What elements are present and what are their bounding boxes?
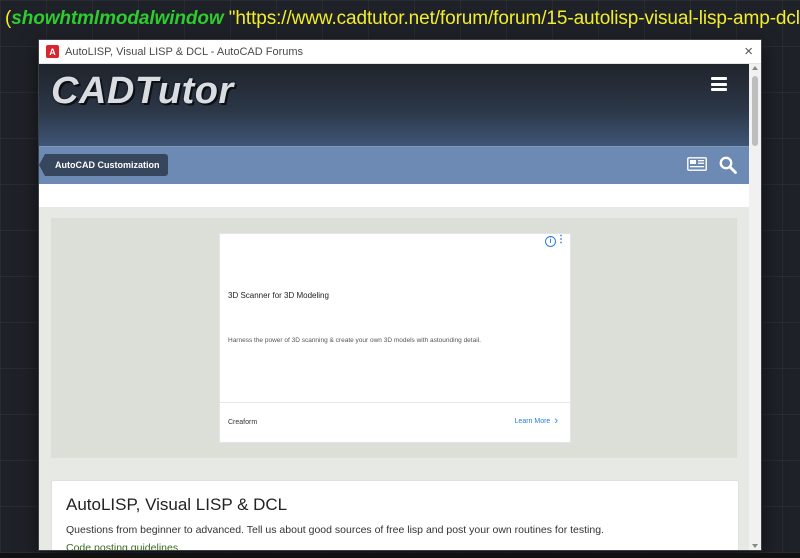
chevron-right-icon: › — [554, 415, 558, 427]
ad-brand: Creaform — [228, 419, 258, 426]
ad-description: Harness the power of 3D scanning & creat… — [228, 337, 481, 344]
ad-more-options-icon[interactable]: ⋮ — [556, 235, 566, 245]
forum-description: Questions from beginner to advanced. Tel… — [66, 524, 604, 536]
scrollbar-thumb[interactable] — [752, 76, 758, 146]
ad-learn-more-button[interactable]: Learn More › — [514, 415, 558, 427]
site-header: CADTutor — [39, 64, 749, 146]
modal-browser-window: A AutoLISP, Visual LISP & DCL - AutoCAD … — [39, 40, 761, 550]
close-icon[interactable]: × — [744, 43, 753, 60]
hamburger-menu-icon[interactable] — [711, 77, 727, 91]
window-titlebar[interactable]: A AutoLISP, Visual LISP & DCL - AutoCAD … — [39, 40, 761, 64]
site-navbar: AutoCAD Customization — [39, 146, 749, 184]
command-argument: "https://www.cadtutor.net/forum/forum/15… — [223, 8, 800, 29]
vertical-scrollbar[interactable] — [749, 64, 761, 550]
ad-headline[interactable]: 3D Scanner for 3D Modeling — [228, 291, 329, 300]
scroll-down-arrow-icon[interactable] — [752, 544, 758, 548]
autocad-app-icon: A — [46, 45, 59, 58]
command-line-text: (showhtmlmodalwindow "https://www.cadtut… — [5, 8, 800, 30]
web-viewport: CADTutor AutoCAD Customization i ⋮ 3D Sc… — [39, 64, 749, 550]
forum-header-card: AutoLISP, Visual LISP & DCL Questions fr… — [51, 480, 739, 550]
bottom-edge-strip — [0, 553, 800, 558]
ad-divider — [220, 402, 570, 403]
ad-cta-label: Learn More — [514, 418, 551, 425]
ad-banner[interactable]: i ⋮ 3D Scanner for 3D Modeling Harness t… — [219, 233, 571, 443]
newspaper-icon[interactable] — [687, 157, 707, 171]
cadtutor-logo[interactable]: CADTutor — [51, 70, 234, 113]
search-icon[interactable] — [719, 156, 737, 174]
command-function-name: showhtmlmodalwindow — [11, 8, 224, 29]
window-title: AutoLISP, Visual LISP & DCL - AutoCAD Fo… — [65, 45, 304, 58]
scroll-up-arrow-icon[interactable] — [752, 66, 758, 70]
ad-container: i ⋮ 3D Scanner for 3D Modeling Harness t… — [51, 218, 737, 458]
page-title: AutoLISP, Visual LISP & DCL — [66, 495, 288, 514]
ad-info-icon[interactable]: i — [545, 236, 556, 247]
breadcrumb-autocad-customization[interactable]: AutoCAD Customization — [39, 154, 168, 176]
code-posting-guidelines-link[interactable]: Code posting guidelines — [66, 542, 178, 550]
page-main: i ⋮ 3D Scanner for 3D Modeling Harness t… — [39, 207, 749, 550]
